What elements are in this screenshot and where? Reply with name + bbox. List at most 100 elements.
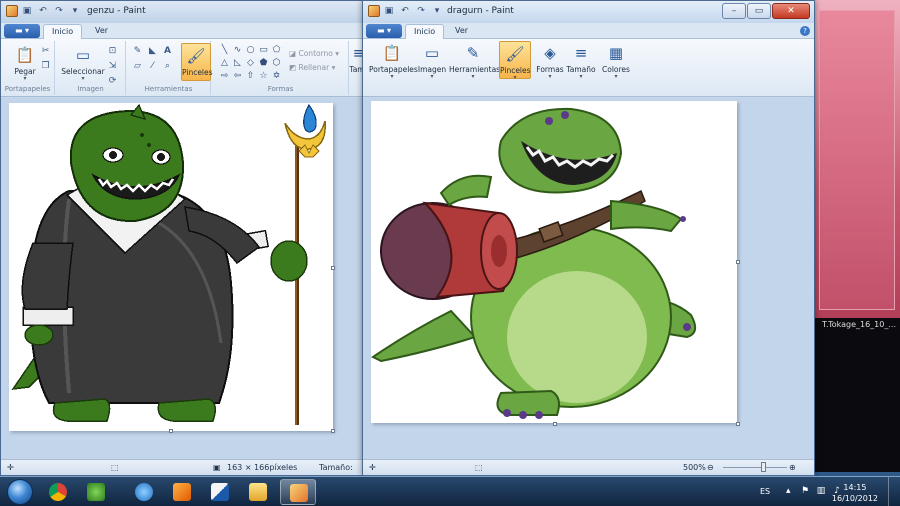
right-triangle-shape-icon[interactable]: ◺ — [232, 58, 243, 69]
resize-handle-corner[interactable] — [736, 422, 740, 426]
close-button[interactable]: ✕ — [772, 3, 810, 19]
title-bar[interactable]: ▣ ↶ ↷ ▾ genzu - Paint — [1, 1, 364, 23]
genzu-left-hand — [24, 324, 54, 346]
paint-app-icon[interactable] — [6, 5, 18, 17]
taskbar-messenger[interactable] — [78, 479, 114, 505]
hexagon-shape-icon[interactable]: ⬡ — [271, 58, 282, 69]
triangle-shape-icon[interactable]: △ — [219, 58, 230, 69]
tools-label: Herramientas — [449, 65, 501, 74]
arrow-left-shape-icon[interactable]: ⇦ — [232, 71, 243, 82]
network-icon[interactable]: ▥ — [816, 486, 826, 496]
shapes-gallery[interactable]: ╲ ∿ ○ ▭ ⬠ △ ◺ ◇ ⬟ ⬡ ⇨ ⇦ ⇧ ☆ ✡ — [219, 45, 282, 82]
crop-icon[interactable]: ⊡ — [106, 45, 119, 58]
text-icon[interactable]: A — [161, 45, 174, 58]
arrow-right-shape-icon[interactable]: ⇨ — [219, 71, 230, 82]
oval-shape-icon[interactable]: ○ — [245, 45, 256, 56]
shapes-button[interactable]: ◈ Formas ▾ — [535, 41, 565, 80]
diamond-shape-icon[interactable]: ◇ — [245, 58, 256, 69]
tools-button[interactable]: ✎ Herramientas ▾ — [449, 41, 501, 80]
taskbar-chrome[interactable] — [40, 479, 76, 505]
save-icon[interactable]: ▣ — [21, 5, 33, 17]
redo-icon[interactable]: ↷ — [415, 5, 427, 17]
dragurn-claw — [680, 216, 686, 222]
rect-shape-icon[interactable]: ▭ — [258, 45, 269, 56]
file-menu-button[interactable]: ▬ ▾ — [366, 24, 402, 38]
arrow-up-shape-icon[interactable]: ⇧ — [245, 71, 256, 82]
pencil-icon[interactable]: ✎ — [131, 45, 144, 58]
ribbon-tabs: ▬ ▾ Inicio Ver ? — [363, 23, 814, 39]
taskbar-ie[interactable] — [126, 479, 162, 505]
image-button[interactable]: ▭ Imagen ▾ — [417, 41, 447, 80]
zoom-in-button[interactable]: ⊕ — [789, 463, 796, 472]
redo-icon[interactable]: ↷ — [53, 5, 65, 17]
resize-handle-bottom[interactable] — [169, 429, 173, 433]
taskbar-media-player[interactable] — [164, 479, 200, 505]
minimize-button[interactable]: – — [722, 3, 746, 19]
resize-handle-bottom[interactable] — [553, 422, 557, 426]
resize-handle-right[interactable] — [331, 266, 335, 270]
brushes-button[interactable]: 🖌 Pinceles — [181, 43, 213, 81]
brushes-label: Pinceles — [182, 68, 213, 77]
qat-dropdown-icon[interactable]: ▾ — [69, 5, 81, 17]
clipboard-button[interactable]: 📋 Portapapeles ▾ — [369, 41, 418, 80]
dragurn-tail — [371, 309, 477, 363]
brushes-button[interactable]: 🖌 Pinceles ▾ — [499, 41, 531, 81]
canvas-dimensions: 163 × 166píxeles — [227, 463, 298, 472]
outline-option[interactable]: ◪ Contorno ▾ — [289, 49, 339, 58]
drawing-canvas[interactable] — [371, 101, 737, 423]
pentagon-shape-icon[interactable]: ⬟ — [258, 58, 269, 69]
tab-inicio[interactable]: Inicio — [405, 24, 445, 39]
eraser-icon[interactable]: ▱ — [131, 60, 144, 73]
drawing-canvas[interactable] — [9, 103, 333, 431]
select-button[interactable]: ▭ Seleccionar ▾ — [60, 43, 106, 82]
group-label-clipboard: Portapapeles — [4, 85, 51, 93]
resize-icon[interactable]: ⇲ — [106, 60, 119, 73]
start-button[interactable] — [2, 477, 38, 506]
undo-icon[interactable]: ↶ — [399, 5, 411, 17]
status-bar: ✛ ⬚ ▣ 163 × 166píxeles Tamaño: — [1, 459, 364, 475]
curve-shape-icon[interactable]: ∿ — [232, 45, 243, 56]
paint-app-icon[interactable] — [368, 5, 380, 17]
save-icon[interactable]: ▣ — [383, 5, 395, 17]
genzu-left-foot — [52, 398, 111, 422]
show-hidden-icons[interactable]: ▴ — [786, 486, 791, 496]
undo-icon[interactable]: ↶ — [37, 5, 49, 17]
zoom-slider-track[interactable] — [723, 467, 787, 468]
tab-ver[interactable]: Ver — [87, 24, 116, 39]
resize-handle-right[interactable] — [736, 260, 740, 264]
taskbar-explorer[interactable] — [240, 479, 276, 505]
polygon-shape-icon[interactable]: ⬠ — [271, 45, 282, 56]
tab-inicio[interactable]: Inicio — [43, 24, 83, 39]
clock[interactable]: 14:15 16/10/2012 — [832, 482, 878, 504]
resize-handle-corner[interactable] — [331, 429, 335, 433]
cut-icon[interactable]: ✂ — [39, 45, 52, 58]
fill-option[interactable]: ◩ Rellenar ▾ — [289, 63, 335, 72]
language-indicator[interactable]: ES — [760, 487, 770, 496]
show-desktop-button[interactable] — [888, 477, 900, 506]
star-shape-icon[interactable]: ☆ — [258, 71, 269, 82]
zoom-slider-thumb[interactable] — [761, 462, 766, 472]
tab-ver[interactable]: Ver — [447, 24, 476, 39]
file-menu-button[interactable]: ▬ ▾ — [4, 24, 40, 38]
taskbar-paint[interactable] — [280, 479, 316, 505]
magnifier-icon[interactable]: ⌕ — [161, 60, 174, 73]
chevron-down-icon: ▾ — [548, 73, 552, 80]
tools-icon: ✎ — [466, 44, 480, 62]
fill-bucket-icon[interactable]: ◣ — [146, 45, 159, 58]
file-size-label: Tamaño: — [319, 463, 353, 472]
action-center-icon[interactable]: ⚑ — [800, 486, 810, 496]
cursor-position-icon: ✛ — [369, 463, 376, 472]
zoom-out-button[interactable]: ⊖ — [707, 463, 714, 472]
selection-size-icon: ⬚ — [475, 463, 483, 472]
star6-shape-icon[interactable]: ✡ — [271, 71, 282, 82]
title-bar[interactable]: ▣ ↶ ↷ ▾ dragurn - Paint – ▭ ✕ — [363, 1, 814, 23]
qat-dropdown-icon[interactable]: ▾ — [431, 5, 443, 17]
size-button[interactable]: ≡ Tamaño ▾ — [565, 41, 597, 80]
taskbar-app[interactable] — [202, 479, 238, 505]
line-shape-icon[interactable]: ╲ — [219, 45, 230, 56]
help-icon[interactable]: ? — [800, 26, 810, 36]
copy-icon[interactable]: ❐ — [39, 60, 52, 73]
color-picker-icon[interactable]: ⁄ — [146, 60, 159, 73]
maximize-button[interactable]: ▭ — [747, 3, 771, 19]
colors-button[interactable]: ▦ Colores ▾ — [599, 41, 633, 80]
